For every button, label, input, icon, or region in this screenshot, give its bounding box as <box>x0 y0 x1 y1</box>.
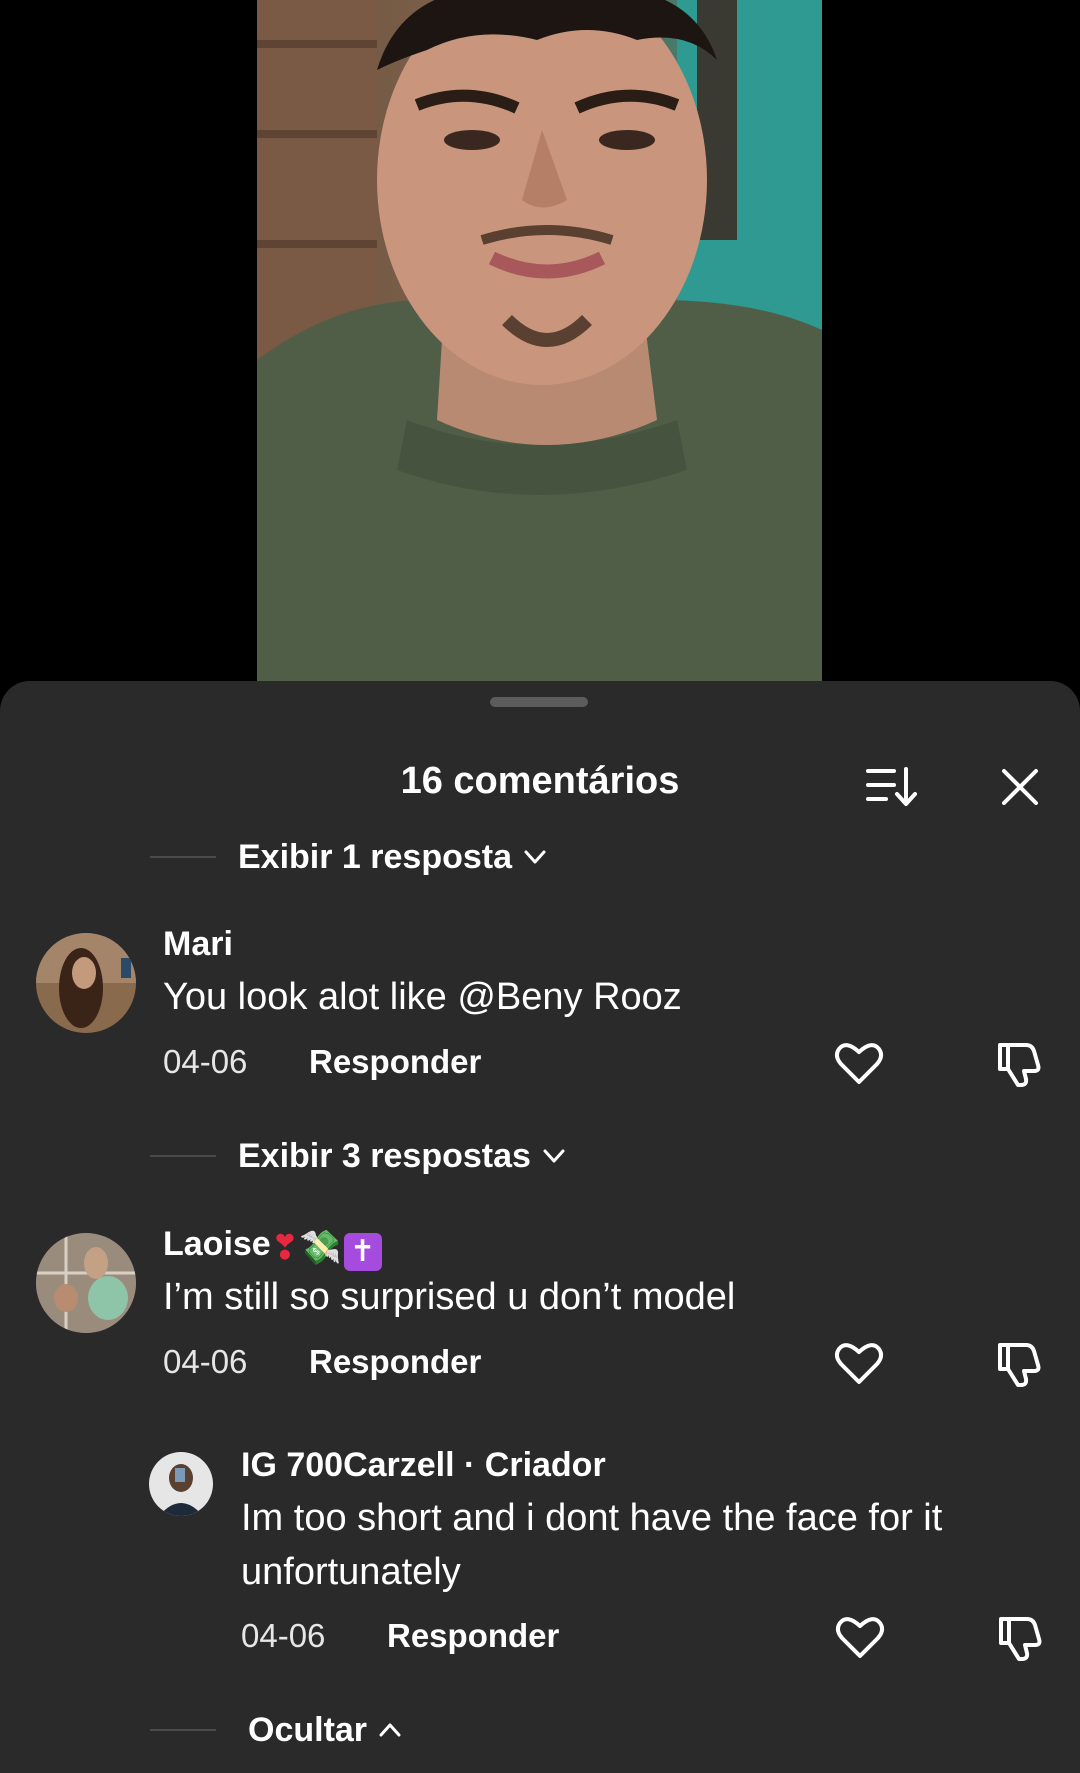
comment-text: You look alot like @Beny Rooz <box>163 976 682 1018</box>
like-button[interactable] <box>834 1039 884 1087</box>
view-replies-button[interactable]: Exibir 3 respostas <box>150 1134 567 1178</box>
comments-sheet: 16 comentários Exibir 1 resposta Mari Yo… <box>0 681 1080 1773</box>
divider-line <box>150 856 216 858</box>
reply-button[interactable]: Responder <box>387 1616 559 1656</box>
avatar-image <box>149 1452 213 1516</box>
video-frame <box>257 0 822 700</box>
reply-text: Im too short and i dont have the face fo… <box>241 1497 943 1593</box>
comment-username-text: Laoise <box>163 1225 271 1263</box>
heart-icon <box>834 1343 884 1384</box>
avatar[interactable] <box>149 1452 213 1516</box>
comment-text: I’m still so surprised u don’t model <box>163 1276 736 1318</box>
view-replies-label: Exibir 1 resposta <box>238 837 513 876</box>
hide-replies-label: Ocultar <box>248 1710 368 1749</box>
video-player[interactable] <box>0 0 1080 700</box>
sort-icon <box>866 767 917 806</box>
comment-date: 04-06 <box>163 1043 248 1080</box>
latin-cross-emoji: ✝ <box>343 1233 382 1271</box>
reply-button[interactable]: Responder <box>309 1042 481 1082</box>
thumbs-down-icon <box>998 1343 1041 1387</box>
chevron-down-icon <box>543 1149 565 1163</box>
sort-button[interactable] <box>864 763 920 811</box>
close-button[interactable] <box>996 763 1044 811</box>
thumbs-down-icon <box>999 1617 1042 1661</box>
avatar-image <box>36 1233 136 1333</box>
dislike-button[interactable] <box>994 1039 1044 1087</box>
divider-line <box>150 1729 216 1731</box>
comment-date: 04-06 <box>163 1343 248 1380</box>
heart-icon <box>835 1617 885 1658</box>
avatar[interactable] <box>36 933 136 1033</box>
chevron-down-icon <box>524 850 546 864</box>
reply-username[interactable]: IG 700Carzell · Criador <box>241 1445 606 1485</box>
like-button[interactable] <box>835 1613 885 1661</box>
comment-username[interactable]: Mari <box>163 924 233 964</box>
hide-replies-button[interactable]: Ocultar <box>150 1708 403 1752</box>
video-thumbnail-image <box>257 0 822 700</box>
dislike-button[interactable] <box>994 1339 1044 1387</box>
thumbs-down-icon <box>998 1043 1041 1087</box>
like-button[interactable] <box>834 1339 884 1387</box>
divider-line <box>150 1155 216 1157</box>
dislike-button[interactable] <box>995 1613 1045 1661</box>
chevron-up-icon <box>379 1723 401 1737</box>
heart-exclamation-emoji: ❣ <box>270 1228 300 1268</box>
comment-username[interactable]: Laoise❣💸 ✝ <box>163 1224 382 1271</box>
avatar[interactable] <box>36 1233 136 1333</box>
money-wings-emoji: 💸 <box>299 1228 342 1268</box>
view-replies-label: Exibir 3 respostas <box>238 1136 531 1175</box>
avatar-image <box>36 933 136 1033</box>
drag-handle[interactable] <box>490 697 588 707</box>
close-icon <box>1002 769 1038 805</box>
view-replies-button[interactable]: Exibir 1 resposta <box>150 835 548 879</box>
reply-button[interactable]: Responder <box>309 1342 481 1382</box>
heart-icon <box>834 1043 884 1084</box>
reply-date: 04-06 <box>241 1617 326 1654</box>
